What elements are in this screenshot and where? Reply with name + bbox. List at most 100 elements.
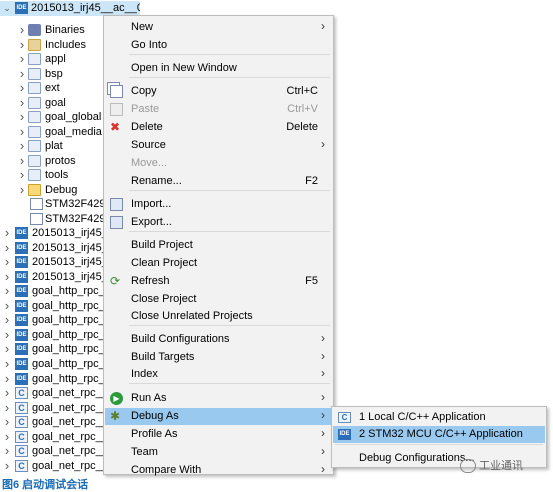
wechat-icon [460,459,476,474]
ide-project-icon: IDE [15,299,28,312]
delete-icon: ✖ [110,120,121,134]
ide-project-icon: IDE [15,227,28,239]
includes-icon [28,38,41,51]
menu-item-go-into[interactable]: Go Into [105,37,332,54]
tree-item-label: Binaries [45,24,85,36]
folder-icon [28,53,41,65]
folder-icon [28,96,41,109]
chevron-right-icon[interactable]: › [3,459,11,474]
folder-open-icon [28,183,41,196]
menu-separator [129,325,330,326]
menu-item-shortcut: F5 [305,275,318,287]
menu-separator [129,77,330,78]
tree-item-label: ext [45,82,60,94]
menu-item-source[interactable]: Source › [105,137,332,154]
watermark-text: 工业通讯 [479,460,523,472]
watermark: 工业通讯 [460,457,523,474]
menu-item-new[interactable]: New › [105,19,332,36]
c-app-icon: C [338,412,351,423]
menu-item-export[interactable]: Export... [105,214,332,231]
chevron-right-icon: › [321,366,325,380]
menu-item-index[interactable]: Index › [105,366,332,383]
menu-item-copy[interactable]: Copy Ctrl+C [105,83,332,100]
menu-item-label: New [131,21,154,33]
chevron-right-icon[interactable]: › [3,357,11,372]
menu-separator [129,54,330,55]
ide-project-icon: IDE [15,2,28,14]
binaries-icon [28,24,41,36]
menu-item-close-unrelated-projects[interactable]: Close Unrelated Projects [105,308,332,325]
menu-item-clean-project[interactable]: Clean Project [105,255,332,272]
chevron-right-icon[interactable]: › [18,52,26,67]
tree-item-label: goal_media [45,125,102,138]
menu-item-label: Run As [131,392,167,404]
menu-item-compare-with[interactable]: Compare With › [105,462,332,479]
context-menu: New › Go Into Open in New Window Copy Ctrl+C P… [103,15,334,476]
menu-item-label: Paste [131,103,160,115]
tree-item-label: goal [45,96,66,109]
chevron-right-icon[interactable]: › [3,284,11,299]
chevron-right-icon[interactable]: › [18,183,26,198]
chevron-right-icon: › [321,444,325,458]
menu-item-run-as[interactable]: ▶ Run As › [105,390,332,407]
ide-project-icon: IDE [15,314,28,327]
ide-project-icon: IDE [15,270,28,283]
c-project-icon: C [15,416,28,429]
menu-item-build-configurations[interactable]: Build Configurations › [105,331,332,348]
refresh-icon: ⟳ [110,274,121,288]
tree-item-label: appl [45,53,66,65]
tree-item-label: goal_global [45,111,102,123]
chevron-right-icon[interactable]: › [18,139,26,154]
menu-item-close-project[interactable]: Close Project [105,291,332,308]
chevron-right-icon[interactable]: › [3,444,11,459]
chevron-right-icon: › [321,137,325,151]
menu-item-shortcut: F2 [305,175,318,187]
chevron-right-icon[interactable]: › [3,415,11,430]
menu-item-label: Export... [131,216,172,228]
menu-item-rename[interactable]: Rename... F2 [105,173,332,190]
c-project-icon: C [15,401,28,414]
tree-item-label: plat [45,140,63,152]
menu-item-label: Close Project [131,293,197,305]
chevron-right-icon[interactable]: › [18,81,26,96]
menu-item-label: Profile As [131,428,178,440]
menu-separator [129,190,330,191]
ide-project-icon: IDE [15,343,28,356]
import-icon [110,198,123,211]
menu-item-import[interactable]: Import... [105,196,332,213]
chevron-right-icon[interactable]: › [3,386,11,401]
tree-item-label: protos [45,154,76,167]
submenu-item-1-local-c-c-application[interactable]: C 1 Local C/C++ Application [333,409,545,426]
chevron-right-icon[interactable]: › [3,226,11,241]
file-icon [30,212,43,225]
menu-item-debug-as[interactable]: ✱ Debug As › [105,408,332,425]
menu-item-shortcut: Ctrl+V [287,103,318,115]
folder-icon [28,140,41,152]
menu-item-delete[interactable]: ✖ Delete Delete [105,119,332,136]
menu-item-label: Copy [131,85,157,97]
menu-item-label: Build Project [131,239,193,251]
menu-item-team[interactable]: Team › [105,444,332,461]
chevron-right-icon[interactable]: › [18,168,26,183]
ide-project-icon: IDE [15,256,28,269]
menu-item-build-project[interactable]: Build Project [105,237,332,254]
chevron-right-icon[interactable]: › [18,23,26,38]
folder-icon [28,154,41,167]
menu-item-profile-as[interactable]: Profile As › [105,426,332,443]
chevron-right-icon[interactable]: › [3,255,11,270]
menu-item-build-targets[interactable]: Build Targets › [105,349,332,366]
ide-project-icon: IDE [15,357,28,370]
chevron-down-icon[interactable]: ⌄ [3,1,11,16]
debug-icon: ✱ [110,409,121,423]
submenu-item-2-stm32-mcu-c-c-application[interactable]: IDE 2 STM32 MCU C/C++ Application [333,426,545,443]
paste-icon [110,103,123,116]
menu-item-label: Team [131,446,158,458]
menu-item-label: Move... [131,157,168,169]
ide-app-icon: IDE [338,429,351,440]
submenu-item-label: 1 Local C/C++ Application [359,411,486,423]
menu-item-refresh[interactable]: ⟳ Refresh F5 [105,273,332,290]
tree-item-top-project[interactable]: ⌄ IDE2015013_irj45__ac__01_pnio_io_mirror… [0,1,140,16]
menu-item-label: Close Unrelated Projects [131,310,253,322]
menu-item-open-in-new-window[interactable]: Open in New Window [105,60,332,77]
chevron-right-icon[interactable]: › [18,110,26,125]
